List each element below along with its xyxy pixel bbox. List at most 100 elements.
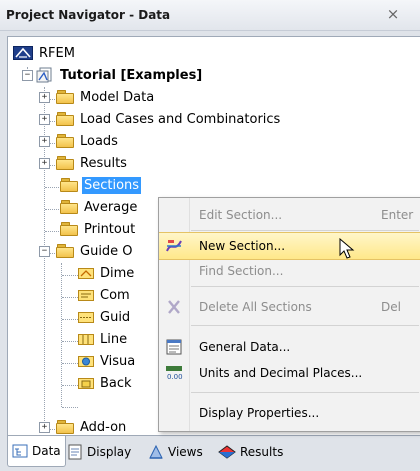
close-icon[interactable]: × bbox=[384, 5, 402, 23]
collapse-icon[interactable]: − bbox=[22, 69, 33, 81]
tree-root-label: RFEM bbox=[39, 45, 75, 61]
dimension-icon bbox=[78, 268, 94, 279]
menu-item-label: Units and Decimal Places... bbox=[199, 366, 363, 380]
folder-icon bbox=[56, 112, 74, 126]
tree-item-label: Back bbox=[100, 375, 132, 391]
folder-icon bbox=[56, 134, 74, 148]
tab-views[interactable]: Views bbox=[148, 438, 203, 466]
visual-object-icon bbox=[78, 356, 94, 367]
menu-separator bbox=[191, 392, 419, 393]
views-tab-icon bbox=[149, 444, 163, 459]
tree-root[interactable]: RFEM bbox=[13, 43, 77, 63]
tree-item-comments[interactable]: Com bbox=[78, 285, 132, 305]
general-data-icon bbox=[166, 339, 182, 355]
expand-icon[interactable]: + bbox=[39, 135, 50, 147]
tree-item-load-cases[interactable]: + Load Cases and Combinatorics bbox=[39, 109, 282, 129]
tree-item-loads[interactable]: + Loads bbox=[39, 131, 120, 151]
menu-item-label: Display Properties... bbox=[199, 406, 320, 420]
title-bar: Project Navigator - Data × bbox=[0, 0, 420, 31]
tree-item-label: Results bbox=[80, 155, 127, 171]
tree-item-label: Guide O bbox=[80, 243, 133, 259]
menu-item-display-properties[interactable]: Display Properties... bbox=[159, 400, 420, 426]
tree-item-label-selected: Sections bbox=[82, 176, 142, 194]
tab-label: Results bbox=[240, 445, 284, 459]
units-icon-text: 0.00 bbox=[167, 373, 183, 381]
menu-item-delete-all-sections[interactable]: Delete All Sections Del bbox=[159, 294, 420, 320]
expand-icon[interactable]: + bbox=[39, 421, 50, 433]
rfem-logo-icon bbox=[13, 46, 33, 60]
expand-icon[interactable]: + bbox=[39, 157, 50, 169]
folder-icon bbox=[60, 200, 78, 214]
menu-item-label: Edit Section... bbox=[199, 208, 283, 222]
guideline-icon bbox=[78, 312, 94, 323]
project-icon bbox=[36, 67, 52, 83]
tab-display[interactable]: Display bbox=[67, 438, 131, 466]
menu-item-label: Find Section... bbox=[199, 264, 284, 278]
tree-item-guidelines[interactable]: Guid bbox=[78, 307, 132, 327]
folder-icon bbox=[60, 222, 78, 236]
tree-item-label: Visua bbox=[100, 353, 136, 369]
menu-item-new-section[interactable]: New Section... bbox=[159, 232, 420, 260]
folder-icon bbox=[56, 420, 74, 434]
menu-item-label: Delete All Sections bbox=[199, 300, 312, 314]
context-menu: Edit Section... Enter New Section... Fin… bbox=[158, 197, 420, 432]
project-navigator-window: Project Navigator - Data × RFEM − Tutori… bbox=[0, 0, 420, 471]
folder-icon bbox=[56, 90, 74, 104]
comment-icon bbox=[78, 290, 94, 301]
expand-icon[interactable]: + bbox=[39, 113, 50, 125]
tab-label: Data bbox=[32, 444, 61, 458]
tree-item-guide-objects[interactable]: − Guide O bbox=[39, 241, 135, 261]
tree-item-label: Loads bbox=[80, 133, 118, 149]
tab-results[interactable]: Results bbox=[218, 438, 283, 466]
menu-item-label: New Section... bbox=[199, 239, 286, 253]
menu-item-find-section[interactable]: Find Section... bbox=[159, 258, 420, 284]
tree-item-label: Average bbox=[84, 199, 138, 215]
tree-item-add-on-modules[interactable]: + Add-on bbox=[39, 417, 128, 437]
tree-item-visual-objects[interactable]: Visua bbox=[78, 351, 137, 371]
background-layer-icon bbox=[78, 378, 94, 389]
tab-label: Display bbox=[87, 445, 132, 459]
collapse-icon[interactable]: − bbox=[39, 245, 50, 257]
tree-project[interactable]: − Tutorial [Examples] bbox=[22, 65, 204, 85]
tree-item-sections[interactable]: Sections bbox=[54, 175, 142, 195]
tree-item-label: Dime bbox=[100, 265, 135, 281]
menu-separator bbox=[191, 325, 419, 326]
open-folder-icon bbox=[56, 244, 74, 258]
folder-icon bbox=[60, 178, 78, 192]
units-decimal-icon: 0.00 bbox=[166, 366, 183, 381]
delete-icon bbox=[168, 300, 180, 314]
tree-item-background-layers[interactable]: Back bbox=[78, 373, 134, 393]
tree-item-model-data[interactable]: + Model Data bbox=[39, 87, 156, 107]
menu-item-edit-section[interactable]: Edit Section... Enter bbox=[159, 202, 420, 228]
menu-item-units-decimal-places[interactable]: 0.00 Units and Decimal Places... bbox=[159, 360, 420, 386]
results-tab-icon bbox=[218, 445, 236, 459]
tree-item-label: Model Data bbox=[80, 89, 155, 105]
tree-item-label: Load Cases and Combinatorics bbox=[80, 111, 281, 127]
menu-item-shortcut: Del bbox=[381, 300, 401, 314]
tree-item-line-grids[interactable]: Line bbox=[78, 329, 129, 349]
menu-item-shortcut: Enter bbox=[381, 208, 414, 222]
menu-separator bbox=[191, 230, 419, 231]
tree-item-dimensions[interactable]: Dime bbox=[78, 263, 136, 283]
tab-label: Views bbox=[168, 445, 203, 459]
mouse-pointer-icon bbox=[339, 238, 355, 259]
tree-item-average[interactable]: Average bbox=[54, 197, 139, 217]
menu-separator bbox=[191, 286, 419, 287]
new-section-icon bbox=[166, 240, 182, 252]
window-title: Project Navigator - Data bbox=[6, 8, 171, 22]
line-grid-icon bbox=[78, 334, 94, 345]
tree-item-results[interactable]: + Results bbox=[39, 153, 129, 173]
menu-item-label: General Data... bbox=[199, 340, 291, 354]
tree-item-printout[interactable]: Printout bbox=[54, 219, 137, 239]
tree-item-label: Printout bbox=[84, 221, 136, 237]
display-tab-icon bbox=[68, 444, 82, 460]
data-tab-icon bbox=[12, 444, 28, 458]
tab-data[interactable]: Data bbox=[7, 436, 66, 467]
tree-project-label: Tutorial [Examples] bbox=[60, 67, 203, 83]
navigator-tabs: Data Display Views Results bbox=[7, 436, 420, 470]
tree-item-label: Add-on bbox=[80, 419, 127, 435]
expand-icon[interactable]: + bbox=[39, 91, 50, 103]
folder-icon bbox=[56, 156, 74, 170]
tree-item-label: Guid bbox=[100, 309, 131, 325]
menu-item-general-data[interactable]: General Data... bbox=[159, 334, 420, 360]
